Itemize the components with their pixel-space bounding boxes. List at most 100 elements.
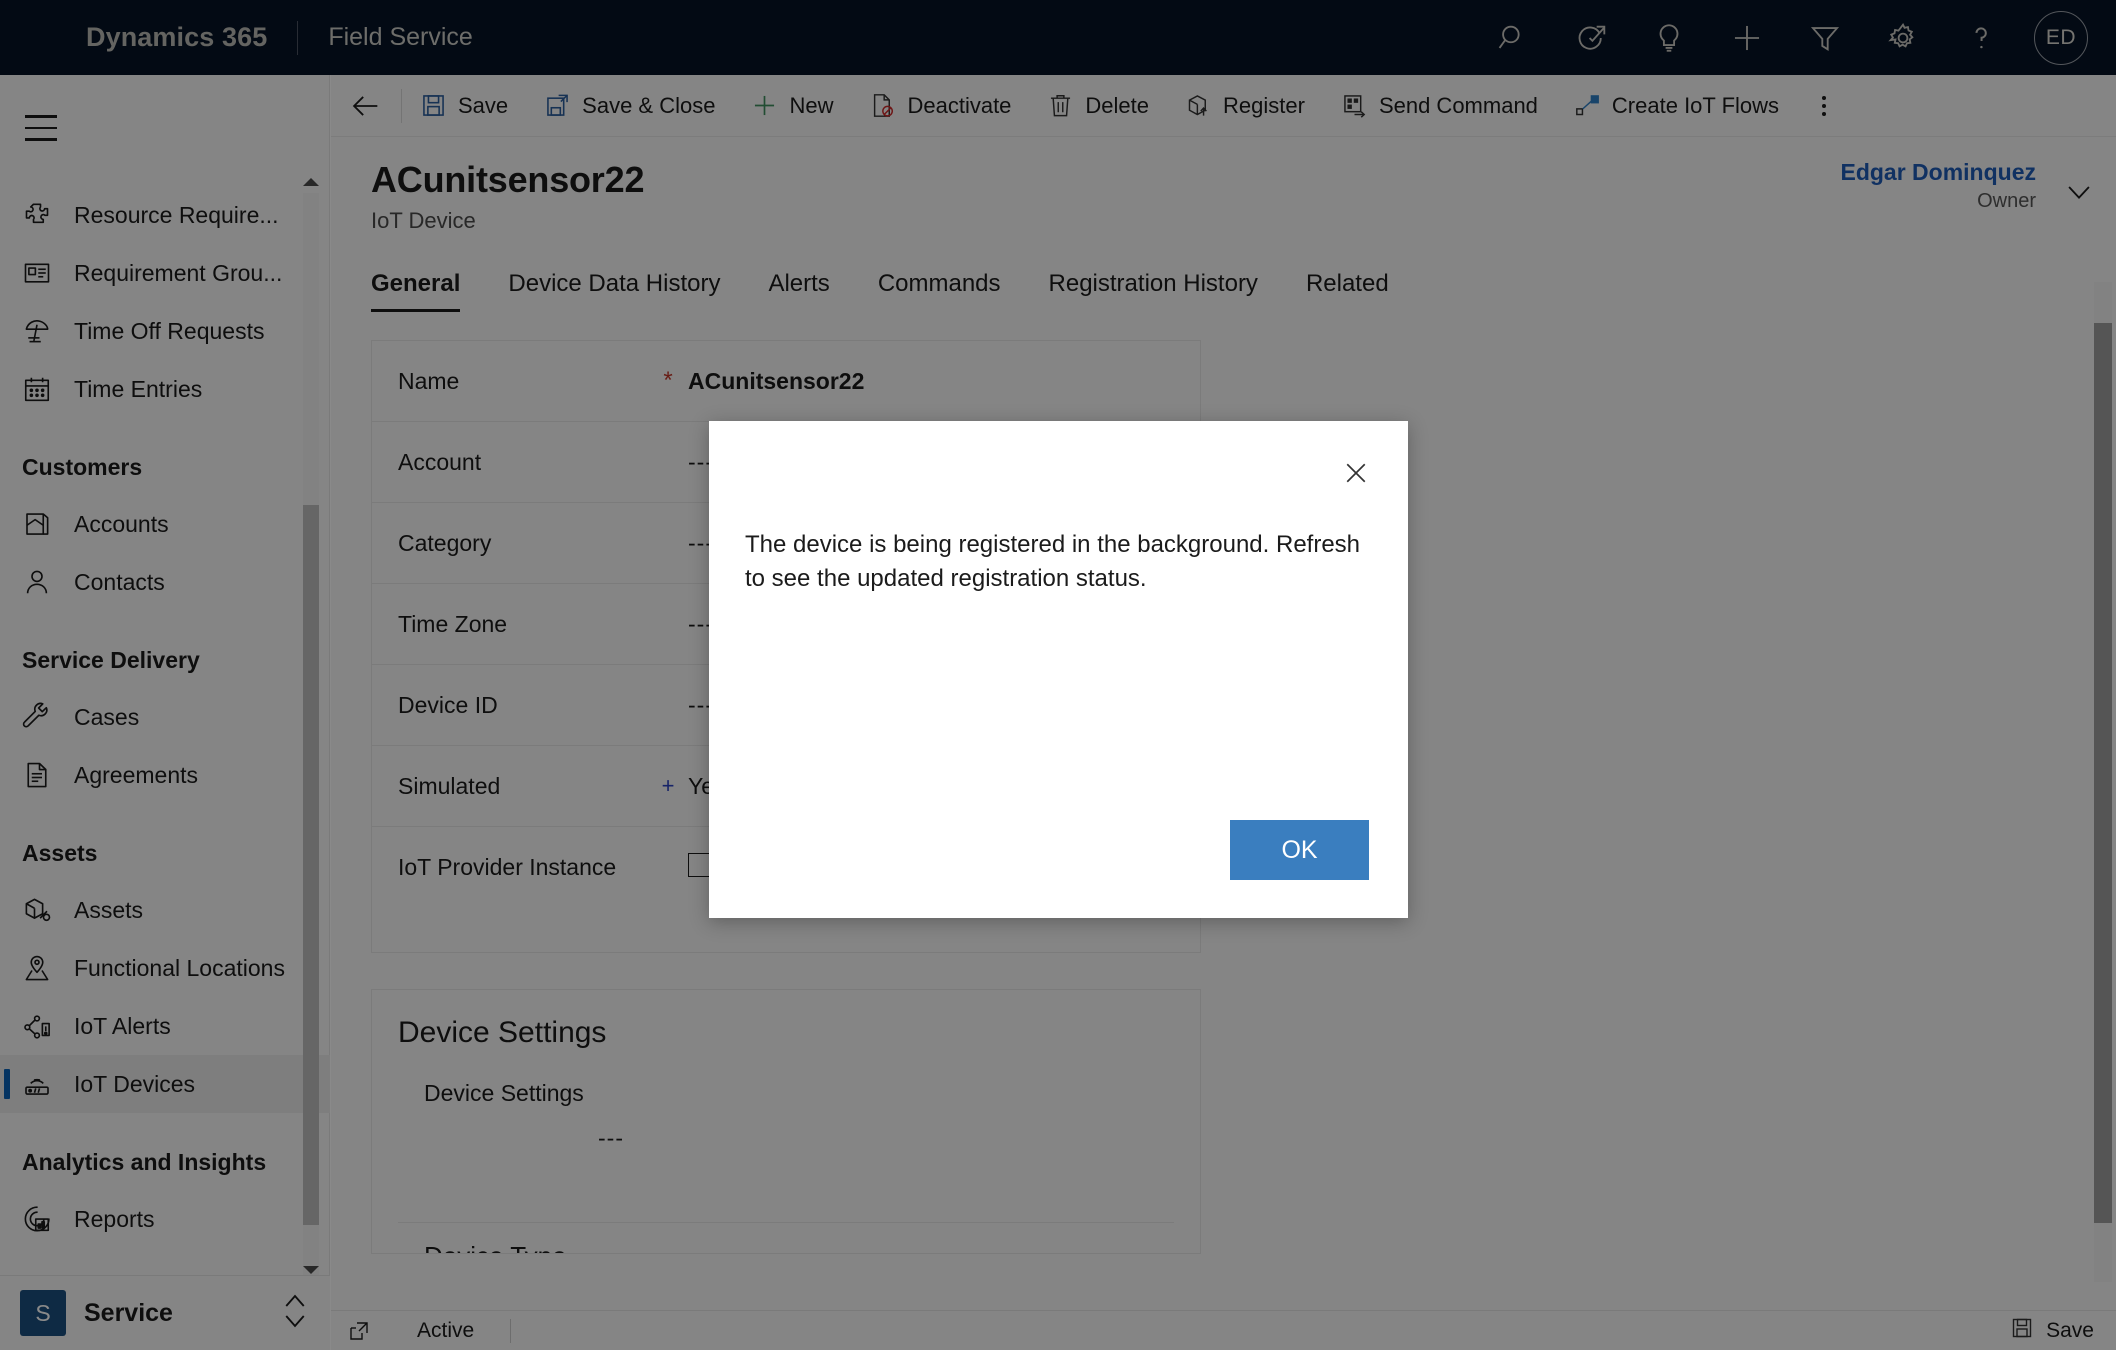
command-panel-icon	[1341, 92, 1368, 119]
save-and-close-button[interactable]: Save & Close	[526, 75, 733, 137]
open-in-new-icon[interactable]	[347, 1319, 371, 1343]
sidebar-item-label: Time Entries	[74, 375, 203, 402]
sidebar-item-agreements[interactable]: Agreements	[0, 746, 330, 804]
focused-view-icon[interactable]	[1552, 0, 1630, 75]
sidebar-group-assets: Assets	[22, 840, 98, 866]
document-block-icon	[869, 92, 896, 119]
sidebar-item-label: IoT Alerts	[74, 1012, 171, 1039]
owner-role-label: Owner	[1977, 190, 2036, 212]
save-button[interactable]: Save	[402, 75, 526, 137]
floppy-save-icon	[420, 92, 447, 119]
sidebar-group-customers: Customers	[22, 454, 143, 480]
sidebar-item-requirement-groups[interactable]: Requirement Grou...	[0, 244, 330, 302]
sidebar-item-time-off-requests[interactable]: Time Off Requests	[0, 302, 330, 360]
search-icon[interactable]	[1474, 0, 1552, 75]
save-button-label: Save	[458, 92, 509, 118]
sidebar-nav-list: Resource Require... Requirement Grou... Ti…	[0, 178, 330, 1248]
command-bar: Save Save & Close New Deactivate Delete …	[331, 75, 2116, 137]
tab-general[interactable]: General	[371, 270, 484, 312]
ok-button[interactable]: OK	[1230, 820, 1369, 880]
tab-commands[interactable]: Commands	[854, 270, 1025, 312]
delete-button[interactable]: Delete	[1029, 75, 1167, 137]
floppy-save-icon	[2010, 1316, 2034, 1346]
app-switcher[interactable]: S Service	[0, 1275, 330, 1350]
flow-connector-icon	[1574, 92, 1601, 119]
app-switcher-updown-chevron-icon[interactable]	[280, 1288, 310, 1339]
brand-divider	[297, 20, 299, 55]
sidebar-item-label: Agreements	[74, 761, 199, 788]
dialog-message: The device is being registered in the ba…	[745, 531, 1361, 593]
tab-alerts[interactable]: Alerts	[744, 270, 853, 312]
required-marker: *	[663, 367, 673, 394]
report-chart-icon	[22, 1204, 68, 1234]
back-arrow-icon[interactable]	[331, 75, 401, 137]
tab-device-data-history[interactable]: Device Data History	[484, 270, 744, 312]
gear-settings-icon[interactable]	[1864, 0, 1942, 75]
sidebar-group-analytics-and-insights: Analytics and Insights	[22, 1149, 267, 1175]
status-bar-save-button[interactable]: Save	[2010, 1316, 2116, 1346]
sidebar-item-label: Accounts	[74, 510, 169, 537]
document-lines-icon	[22, 760, 68, 790]
tab-related[interactable]: Related	[1282, 270, 1413, 312]
location-pin-icon	[22, 953, 68, 983]
device-settings-section-title: Device Settings	[398, 1016, 607, 1049]
account-book-icon	[22, 509, 68, 539]
field-name-value[interactable]: ACunitsensor22	[688, 368, 864, 395]
deactivate-button[interactable]: Deactivate	[851, 75, 1029, 137]
filter-icon[interactable]	[1786, 0, 1864, 75]
avatar-initials: ED	[2045, 25, 2077, 49]
record-entity-type: IoT Device	[371, 208, 476, 233]
top-navigation-bar: Dynamics 365 Field Service ED	[0, 0, 2116, 75]
new-button[interactable]: New	[733, 75, 851, 137]
app-name-field-service[interactable]: Field Service	[328, 23, 473, 52]
form-scrollbar-thumb[interactable]	[2094, 323, 2112, 1223]
sidebar-item-time-entries[interactable]: Time Entries	[0, 360, 330, 418]
box-arrow-up-icon	[1185, 92, 1212, 119]
quick-create-plus-icon[interactable]	[1708, 0, 1786, 75]
person-icon	[22, 567, 68, 597]
tab-registration-history[interactable]: Registration History	[1025, 270, 1282, 312]
sidebar-item-cases[interactable]: Cases	[0, 688, 330, 746]
register-button[interactable]: Register	[1167, 75, 1323, 137]
status-badge: Active	[417, 1318, 475, 1342]
sidebar-item-label: IoT Devices	[74, 1070, 196, 1097]
brand-dynamics-365[interactable]: Dynamics 365	[86, 22, 267, 53]
trash-icon	[1047, 92, 1074, 119]
sidebar-scrollbar-thumb[interactable]	[303, 505, 319, 1225]
sidebar-scroll-up-arrow[interactable]	[302, 173, 320, 191]
sidebar-item-functional-locations[interactable]: Functional Locations	[0, 939, 330, 997]
close-icon[interactable]	[1332, 449, 1380, 497]
sidebar-item-contacts[interactable]: Contacts	[0, 553, 330, 611]
page-title: ACunitsensor22	[371, 159, 645, 200]
field-account-label: Account	[398, 448, 482, 475]
avatar[interactable]: ED	[2034, 10, 2088, 65]
device-settings-field-value[interactable]: ---	[372, 1107, 1200, 1152]
lookup-record-icon	[688, 852, 710, 877]
send-command-button[interactable]: Send Command	[1323, 75, 1556, 137]
sidebar-item-accounts[interactable]: Accounts	[0, 495, 330, 553]
sidebar-item-assets[interactable]: Assets	[0, 881, 330, 939]
beach-umbrella-icon	[22, 316, 68, 346]
sidebar-item-label: Requirement Grou...	[74, 259, 283, 286]
command-bar-overflow-icon[interactable]	[1797, 75, 1851, 137]
sidebar-item-iot-alerts[interactable]: IoT Alerts	[0, 997, 330, 1055]
owner-name-link[interactable]: Edgar Dominquez	[1840, 159, 2036, 186]
wrench-icon	[22, 702, 68, 732]
sidebar-item-label: Resource Require...	[74, 201, 279, 228]
send-command-button-label: Send Command	[1378, 92, 1538, 118]
iot-alert-icon	[22, 1011, 68, 1041]
hamburger-menu-icon[interactable]	[10, 97, 72, 159]
chevron-down-icon[interactable]	[2062, 175, 2096, 214]
sidebar-item-label: Cases	[74, 703, 140, 730]
sidebar-item-iot-devices[interactable]: IoT Devices	[0, 1055, 330, 1113]
device-settings-card: Device Settings Device Settings --- Devi…	[371, 989, 1201, 1254]
business-recommended-marker: +	[661, 773, 675, 798]
sidebar-item-resource-requirements[interactable]: Resource Require...	[0, 186, 330, 244]
router-device-icon	[22, 1069, 68, 1099]
create-iot-flows-button[interactable]: Create IoT Flows	[1556, 75, 1797, 137]
lightbulb-idea-icon[interactable]	[1630, 0, 1708, 75]
help-question-icon[interactable]	[1942, 0, 2020, 75]
sidebar-item-reports[interactable]: Reports	[0, 1190, 330, 1248]
delete-button-label: Delete	[1085, 92, 1150, 118]
field-device-id-label: Device ID	[398, 691, 498, 718]
